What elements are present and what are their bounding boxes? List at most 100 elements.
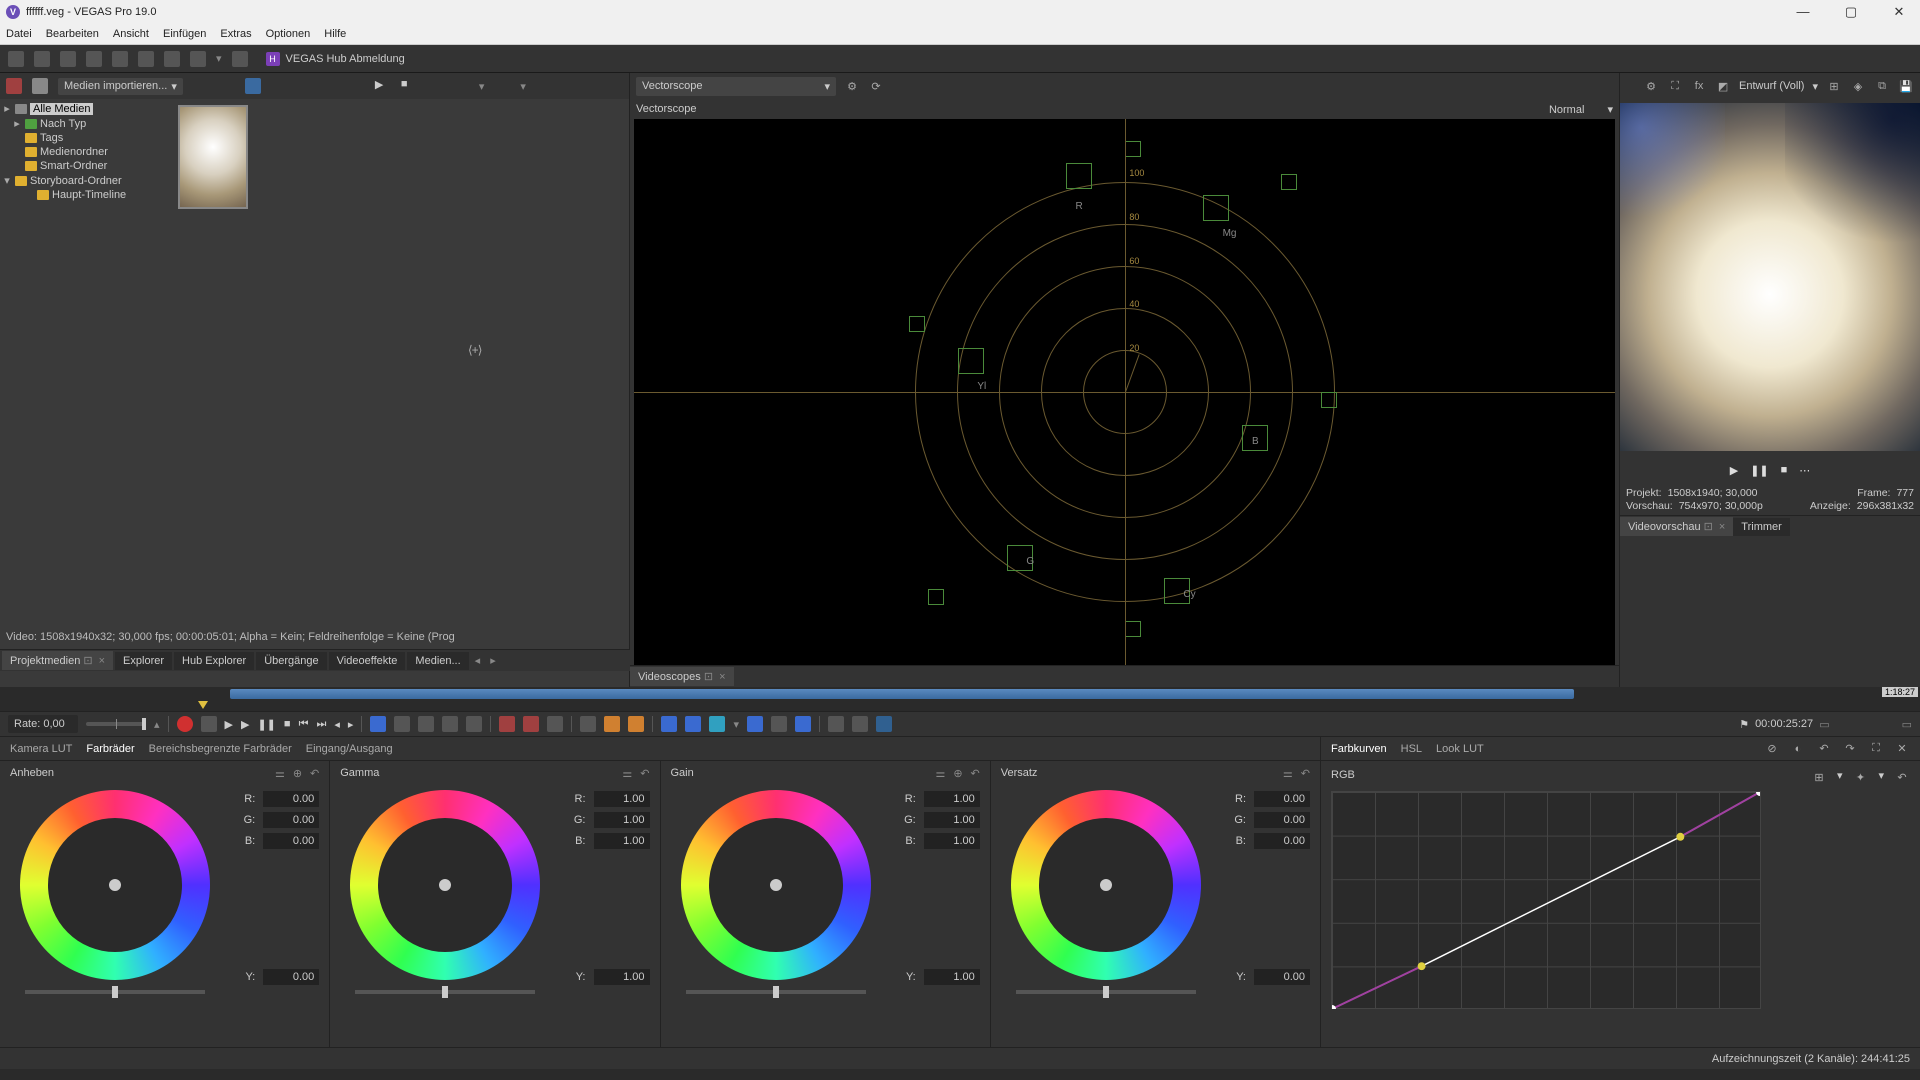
- b-value[interactable]: 1.00: [924, 833, 980, 849]
- color-wheel[interactable]: [681, 790, 871, 980]
- timecode-display[interactable]: 00:00:25:27: [1755, 718, 1813, 730]
- expand-icon[interactable]: ⛶: [1868, 741, 1884, 757]
- sliders-icon[interactable]: ⚌: [275, 767, 285, 780]
- curve-reset-icon[interactable]: ↶: [1894, 769, 1910, 785]
- close-icon[interactable]: [297, 78, 313, 94]
- tree-haupt-timeline[interactable]: Haupt-Timeline: [0, 188, 172, 202]
- sliders-icon[interactable]: ⚌: [1283, 767, 1293, 780]
- scope-settings-icon[interactable]: ⚙: [844, 78, 860, 94]
- lock-icon[interactable]: [580, 716, 596, 732]
- timeline-cursor-row[interactable]: [0, 701, 1920, 711]
- y-value[interactable]: 1.00: [924, 969, 980, 985]
- play-icon[interactable]: ▶: [375, 78, 391, 94]
- delete-icon[interactable]: [466, 716, 482, 732]
- g-value[interactable]: 1.00: [594, 812, 650, 828]
- r-value[interactable]: 0.00: [263, 791, 319, 807]
- menu-hilfe[interactable]: Hilfe: [324, 28, 346, 40]
- undo-icon[interactable]: [190, 51, 206, 67]
- preview-copy-icon[interactable]: ⧉: [1874, 78, 1890, 94]
- menu-einfuegen[interactable]: Einfügen: [163, 28, 206, 40]
- target-icon[interactable]: ⊕: [953, 767, 962, 780]
- g-value[interactable]: 1.00: [924, 812, 980, 828]
- scope-mode-selector[interactable]: Normal ▾: [1549, 103, 1613, 116]
- tab-kamera-lut[interactable]: Kamera LUT: [10, 743, 72, 755]
- scope-selector[interactable]: Vectorscope▾: [636, 77, 836, 96]
- g-value[interactable]: 0.00: [263, 812, 319, 828]
- play-icon[interactable]: ▶: [241, 718, 249, 731]
- go-start-icon[interactable]: ⏮: [299, 718, 309, 731]
- timeline-overview[interactable]: 1:18:27: [0, 687, 1920, 701]
- tab-uebergaenge[interactable]: Übergänge: [256, 652, 326, 670]
- rate-dropdown-icon[interactable]: ▴: [154, 718, 160, 731]
- selection-icon[interactable]: [418, 716, 434, 732]
- stop-icon[interactable]: ■: [284, 718, 291, 730]
- tab-explorer[interactable]: Explorer: [115, 652, 172, 670]
- color-wheel[interactable]: [1011, 790, 1201, 980]
- zoom-icon[interactable]: [442, 716, 458, 732]
- split-icon[interactable]: [547, 716, 563, 732]
- rate-slider[interactable]: [86, 722, 146, 726]
- compare-icon[interactable]: ◐: [1790, 741, 1806, 757]
- tab-hub-explorer[interactable]: Hub Explorer: [174, 652, 254, 670]
- tab-mediengenerator[interactable]: Medien...: [407, 652, 468, 670]
- tree-medienordner[interactable]: Medienordner: [0, 145, 172, 159]
- tree-storyboard[interactable]: ▾Storyboard-Ordner: [0, 173, 172, 188]
- r-value[interactable]: 1.00: [594, 791, 650, 807]
- sliders-icon[interactable]: ⚌: [935, 767, 945, 780]
- y-value[interactable]: 0.00: [263, 969, 319, 985]
- trim-start-icon[interactable]: [499, 716, 515, 732]
- tree-nach-typ[interactable]: ▸Nach Typ: [0, 116, 172, 131]
- luma-slider[interactable]: [1016, 990, 1196, 994]
- menu-bearbeiten[interactable]: Bearbeiten: [46, 28, 99, 40]
- reset-icon[interactable]: ↶: [1301, 767, 1310, 780]
- redo-icon[interactable]: ↷: [1842, 741, 1858, 757]
- timecode-mode-icon[interactable]: ▭: [1819, 718, 1829, 731]
- refresh-icon[interactable]: [427, 78, 443, 94]
- redo-icon[interactable]: [232, 51, 248, 67]
- copy-icon[interactable]: [138, 51, 154, 67]
- curve-editor[interactable]: [1331, 791, 1761, 1009]
- scroll-left-icon[interactable]: ◂: [471, 654, 485, 667]
- nested-timeline-icon[interactable]: [795, 716, 811, 732]
- loop-icon[interactable]: [201, 716, 217, 732]
- tree-root[interactable]: ▸Alle Medien: [0, 101, 172, 116]
- ripple-mode-icon[interactable]: [709, 716, 725, 732]
- y-value[interactable]: 1.00: [594, 969, 650, 985]
- undo-dropdown-icon[interactable]: ▾: [216, 52, 222, 65]
- menu-ansicht[interactable]: Ansicht: [113, 28, 149, 40]
- paste-icon[interactable]: [164, 51, 180, 67]
- snap-icon[interactable]: [604, 716, 620, 732]
- tab-videoscopes[interactable]: Videoscopes ⊡×: [630, 667, 734, 686]
- chevron-down-icon[interactable]: ▾: [1878, 769, 1884, 785]
- marker-flag-icon[interactable]: ⚑: [1739, 718, 1749, 731]
- record-icon[interactable]: [177, 716, 193, 732]
- menu-extras[interactable]: Extras: [220, 28, 251, 40]
- luma-slider[interactable]: [686, 990, 866, 994]
- b-value[interactable]: 0.00: [263, 833, 319, 849]
- next-frame-icon[interactable]: ▸: [348, 718, 354, 731]
- scroll-right-icon[interactable]: ▸: [486, 654, 500, 667]
- curve-auto-icon[interactable]: ✦: [1852, 769, 1868, 785]
- tree-tags[interactable]: Tags: [0, 131, 172, 145]
- tab-look-lut[interactable]: Look LUT: [1436, 743, 1484, 755]
- stop-icon[interactable]: ■: [401, 78, 417, 94]
- tab-videovorschau[interactable]: Videovorschau ⊡×: [1620, 517, 1733, 536]
- b-value[interactable]: 0.00: [1254, 833, 1310, 849]
- chevron-down-icon[interactable]: ▾: [1812, 80, 1818, 93]
- remove-icon[interactable]: [245, 78, 261, 94]
- tab-farbkurven[interactable]: Farbkurven: [1331, 743, 1387, 755]
- color-icon[interactable]: [876, 716, 892, 732]
- capture-icon[interactable]: [193, 78, 209, 94]
- auto-crossfade-icon[interactable]: [685, 716, 701, 732]
- r-value[interactable]: 1.00: [924, 791, 980, 807]
- luma-slider[interactable]: [355, 990, 535, 994]
- luma-slider[interactable]: [25, 990, 205, 994]
- b-value[interactable]: 1.00: [594, 833, 650, 849]
- media-thumbnails[interactable]: ⟨+⟩: [172, 99, 629, 629]
- target-icon[interactable]: ⊕: [293, 767, 302, 780]
- preview-fx-icon[interactable]: fx: [1691, 78, 1707, 94]
- tab-hsl[interactable]: HSL: [1401, 743, 1422, 755]
- preview-overlay-icon[interactable]: ◈: [1850, 78, 1866, 94]
- preview-split-icon[interactable]: ◩: [1715, 78, 1731, 94]
- magnify-icon[interactable]: [494, 78, 510, 94]
